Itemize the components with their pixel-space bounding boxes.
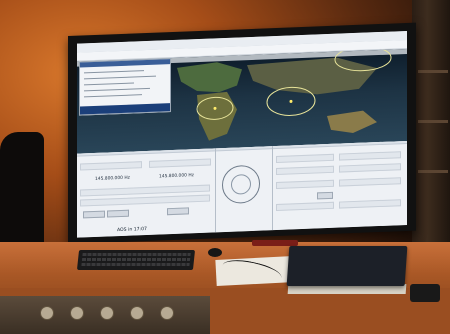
phone — [410, 284, 440, 302]
key-row — [82, 253, 191, 256]
list-line — [84, 70, 144, 74]
field[interactable] — [276, 153, 334, 164]
frequency-right: 145.800.000 Hz — [159, 173, 194, 180]
rotator-pane — [216, 146, 273, 233]
list-line — [84, 82, 134, 86]
panel-header — [80, 59, 170, 68]
radio-control-pane: 145.800.000 Hz 145.800.000 Hz AOS in 17:… — [77, 148, 216, 238]
field[interactable] — [80, 161, 142, 171]
field[interactable] — [80, 194, 210, 207]
landmass-asia — [247, 57, 377, 95]
control-button[interactable] — [167, 207, 189, 216]
shelf — [418, 170, 448, 173]
shelf — [418, 70, 448, 73]
bottom-panels: 145.800.000 Hz 145.800.000 Hz AOS in 17:… — [77, 140, 407, 238]
rack-knob — [40, 306, 54, 320]
control-button[interactable] — [107, 209, 129, 218]
shelf — [418, 120, 448, 123]
screen: 145.800.000 Hz 145.800.000 Hz AOS in 17:… — [77, 30, 407, 238]
aos-status: AOS in 17:07 — [117, 226, 147, 234]
rack-knob — [100, 306, 114, 320]
binder — [286, 246, 408, 286]
satellite-marker[interactable] — [289, 99, 293, 103]
keyboard — [76, 250, 196, 270]
rack-knob — [130, 306, 144, 320]
field[interactable] — [276, 201, 334, 212]
field[interactable] — [339, 151, 401, 161]
rack-knob — [70, 306, 84, 320]
landmass-australia — [327, 110, 377, 134]
settings-pane — [273, 140, 407, 230]
field[interactable] — [339, 177, 401, 187]
list-line — [84, 94, 142, 98]
frequency-left: 145.800.000 Hz — [95, 175, 130, 182]
key-row — [81, 263, 190, 266]
landmass-europe — [177, 62, 242, 93]
polar-plot — [222, 164, 260, 205]
rack-knob — [160, 306, 174, 320]
field[interactable] — [276, 165, 334, 176]
field[interactable] — [149, 158, 211, 168]
key-row — [81, 258, 191, 261]
wall-right — [412, 0, 450, 250]
landmass-africa — [197, 91, 237, 141]
control-button[interactable] — [83, 210, 105, 219]
photo-scene: 145.800.000 Hz 145.800.000 Hz AOS in 17:… — [0, 0, 450, 334]
field[interactable] — [339, 163, 401, 173]
field[interactable] — [339, 199, 401, 209]
list-line — [84, 87, 150, 92]
mouse — [208, 248, 222, 257]
list-line — [84, 75, 156, 80]
monitor: 145.800.000 Hz 145.800.000 Hz AOS in 17:… — [68, 22, 416, 244]
field[interactable] — [276, 179, 334, 190]
control-button[interactable] — [317, 191, 333, 200]
satellite-list-panel — [79, 58, 171, 116]
